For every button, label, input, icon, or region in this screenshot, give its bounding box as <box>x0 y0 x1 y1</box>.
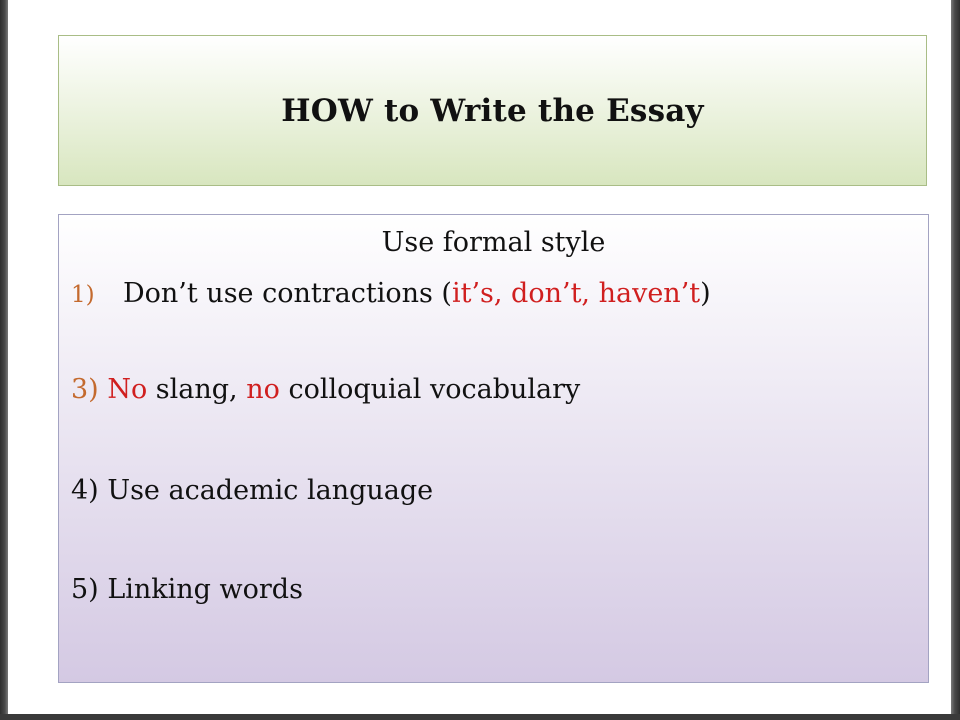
list-item-3-text-b: colloquial vocabulary <box>279 374 581 405</box>
content-subtitle: Use formal style <box>381 227 606 258</box>
list-item-3: 3) No slang, no colloquial vocabulary <box>71 374 940 406</box>
list-item-3-text-a: slang, <box>147 374 247 405</box>
list-item-1-number: 1) <box>71 282 95 308</box>
list-item-1-text-a: Don’t use contractions ( <box>123 278 452 309</box>
list-item-5: 5) Linking words <box>71 574 940 606</box>
slide-bottom-edge <box>0 714 960 720</box>
list-item-1-text-b: ) <box>700 278 711 309</box>
list-item-5-number: 5) <box>71 574 99 605</box>
list-item-4: 4) Use academic language <box>71 475 940 507</box>
list-item-4-text: Use academic language <box>107 475 434 506</box>
list-item-1: 1) Don’t use contractions (it’s, don’t, h… <box>71 278 940 311</box>
title-placeholder: HOW to Write the Essay <box>58 35 927 186</box>
list-item-5-text: Linking words <box>107 574 303 605</box>
content-placeholder: Use formal style 1) Don’t use contraction… <box>58 214 929 683</box>
list-item-3-number: 3) <box>71 374 99 405</box>
slide-title: HOW to Write the Essay <box>281 92 704 129</box>
slide-left-edge <box>0 0 8 720</box>
list-item-3-no-a: No <box>107 374 148 405</box>
list-item-4-number: 4) <box>71 475 99 506</box>
slide-right-edge <box>951 0 960 720</box>
list-item-3-no-b: no <box>246 374 280 405</box>
list-item-1-examples: it’s, don’t, haven’t <box>451 278 701 309</box>
